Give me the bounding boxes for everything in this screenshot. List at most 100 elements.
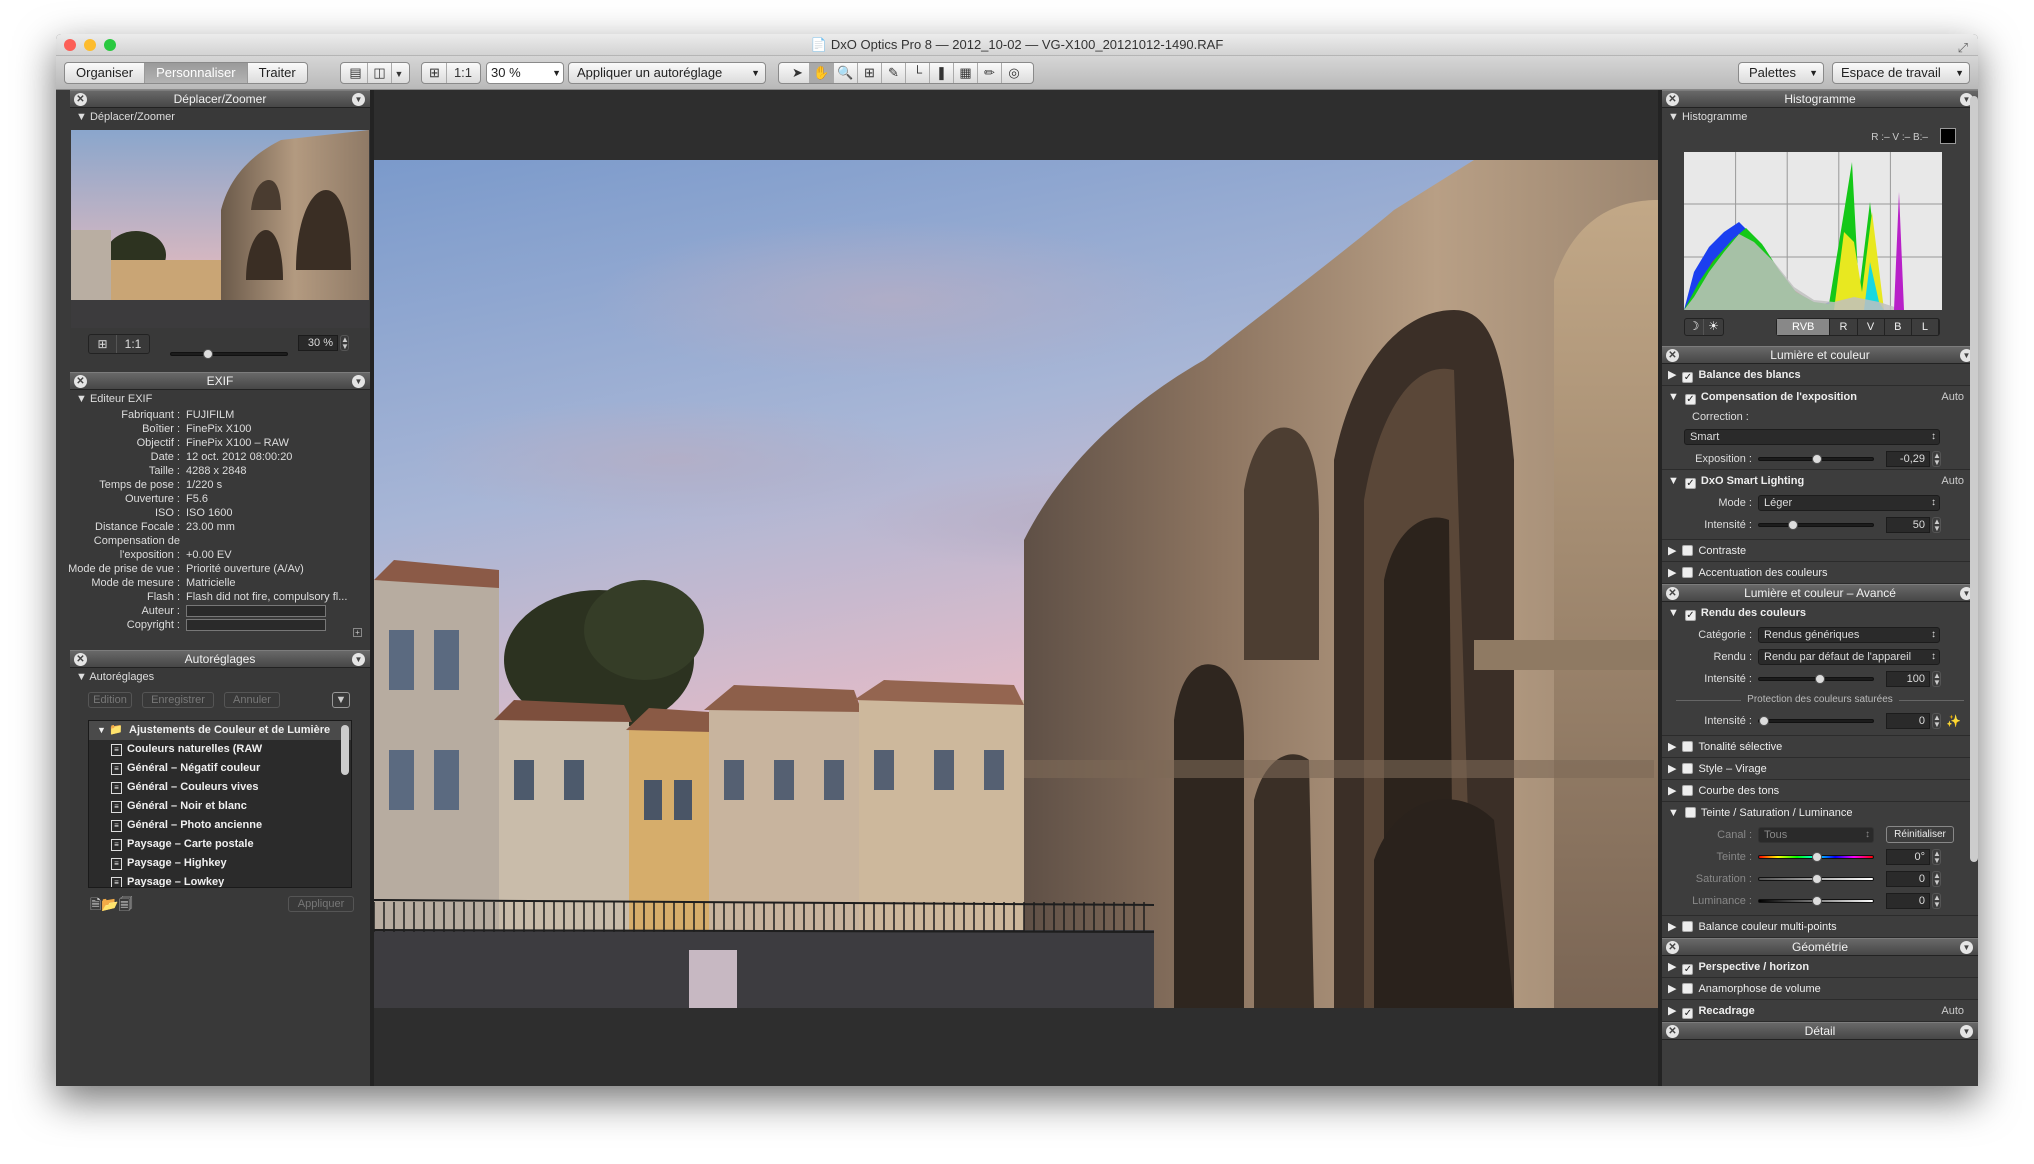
zoom-field[interactable]: 30 % ▼ — [486, 62, 564, 84]
slider-knob[interactable] — [1815, 674, 1825, 684]
palettes-dropdown[interactable]: Palettes ▼ — [1738, 62, 1824, 84]
workspace-dropdown[interactable]: Espace de travail ▼ — [1832, 62, 1970, 84]
zoom-tool-icon[interactable]: 🔍 — [834, 63, 858, 83]
hue-slider[interactable] — [1758, 852, 1874, 862]
slider-knob[interactable] — [203, 349, 214, 359]
checkbox[interactable] — [1682, 763, 1694, 774]
detail-header[interactable]: ✕ Détail ▼ — [1662, 1022, 1978, 1040]
slider-knob[interactable] — [1812, 454, 1822, 464]
crop-section[interactable]: ▶ ✓ Recadrage Auto — [1662, 1000, 1978, 1022]
scrollbar[interactable] — [341, 725, 349, 775]
saturation-slider[interactable] — [1758, 874, 1874, 884]
selective-tone-section[interactable]: ▶ Tonalité sélective — [1662, 736, 1978, 758]
duplicate-preset-icon[interactable]: 🗐 — [119, 896, 133, 912]
magic-wand-icon[interactable]: ✨ — [1946, 710, 1961, 732]
category-select[interactable]: Rendus génériques — [1758, 627, 1940, 643]
channel-v-button[interactable]: V — [1858, 319, 1885, 335]
close-icon[interactable]: ✕ — [1666, 587, 1679, 600]
checkbox[interactable]: ✓ — [1682, 964, 1694, 975]
hsl-section[interactable]: ▼ Teinte / Saturation / Luminance — [1662, 802, 1978, 824]
histogram-sub[interactable]: ▼ Histogramme — [1662, 108, 1978, 126]
luminance-field[interactable]: 0 — [1886, 893, 1930, 909]
horizon-tool-icon[interactable]: └ — [906, 63, 930, 83]
main-photo[interactable] — [374, 160, 1658, 1008]
right-scrollbar[interactable] — [1970, 96, 1978, 862]
checkbox[interactable] — [1682, 785, 1694, 796]
preset-item[interactable]: ≡ Général – Noir et blanc — [89, 797, 351, 816]
checkbox[interactable] — [1684, 807, 1696, 818]
protection-stepper[interactable]: ▲ ▼ — [1932, 713, 1941, 729]
anamorphosis-section[interactable]: ▶ Anamorphose de volume — [1662, 978, 1978, 1000]
intensity-field[interactable]: 50 — [1886, 517, 1930, 533]
chevron-down-icon[interactable]: ▼ — [392, 64, 406, 84]
chevron-down-icon[interactable]: ▼ — [352, 375, 365, 388]
slider-knob[interactable] — [1759, 716, 1769, 726]
presets-sub[interactable]: ▼ Autoréglages — [70, 668, 370, 686]
close-icon[interactable]: ✕ — [74, 93, 87, 106]
rendering-intensity-field[interactable]: 100 — [1886, 671, 1930, 687]
navigator-thumbnail[interactable] — [71, 130, 369, 328]
presets-header[interactable]: ✕ Autoréglages ▼ — [70, 650, 370, 668]
light-color-header[interactable]: ✕ Lumière et couleur ▼ — [1662, 346, 1978, 364]
exposure-stepper[interactable]: ▲ ▼ — [1932, 451, 1941, 467]
crop-tool-icon[interactable]: ⊞ — [858, 63, 882, 83]
preset-folder[interactable]: ▼ 📁 Ajustements de Couleur et de Lumière — [89, 721, 351, 740]
chevron-down-icon[interactable]: ▼ — [352, 93, 365, 106]
render-select[interactable]: Rendu par défaut de l'appareil — [1758, 649, 1940, 665]
intensity-stepper[interactable]: ▲ ▼ — [1932, 517, 1941, 533]
channel-b-button[interactable]: B — [1885, 319, 1912, 335]
chevron-down-icon[interactable]: ▼ — [552, 63, 561, 83]
apply-preset-button[interactable]: Appliquer — [288, 896, 354, 912]
preset-item[interactable]: ≡ Couleurs naturelles (RAW — [89, 740, 351, 759]
checkbox[interactable] — [1682, 567, 1694, 578]
exif-value[interactable] — [186, 619, 326, 631]
intensity-slider[interactable] — [1758, 520, 1874, 530]
edit-preset-button[interactable]: Edition — [88, 692, 132, 708]
tab-organiser[interactable]: Organiser — [65, 63, 146, 83]
smart-lighting-section[interactable]: ▼ ✓ DxO Smart Lighting Auto — [1662, 470, 1978, 492]
perspective-tool-icon[interactable]: ❚ — [930, 63, 954, 83]
preset-item[interactable]: ≡ Général – Photo ancienne — [89, 816, 351, 835]
luminance-stepper[interactable]: ▲ ▼ — [1932, 893, 1941, 909]
contrast-section[interactable]: ▶ Contraste — [1662, 540, 1978, 562]
exposure-field[interactable]: -0,29 — [1886, 451, 1930, 467]
nav-zoom-field[interactable]: 30 % — [298, 335, 338, 351]
checkbox[interactable] — [1682, 741, 1694, 752]
close-icon[interactable]: ✕ — [74, 375, 87, 388]
perspective-section[interactable]: ▶ ✓ Perspective / horizon — [1662, 956, 1978, 978]
channel-l-button[interactable]: L — [1912, 319, 1940, 335]
checkbox[interactable] — [1682, 921, 1694, 932]
move-zoom-header[interactable]: ✕ Déplacer/Zoomer ▼ — [70, 90, 370, 108]
white-balance-section[interactable]: ▶ ✓ Balance des blancs — [1662, 364, 1978, 386]
close-icon[interactable]: ✕ — [1666, 349, 1679, 362]
chevron-down-icon[interactable]: ▼ — [352, 653, 365, 666]
nav-zoom-stepper[interactable]: ▲ ▼ — [340, 335, 349, 351]
move-zoom-sub[interactable]: ▼ Déplacer/Zoomer — [70, 108, 370, 126]
zoom-window-button[interactable] — [104, 39, 116, 51]
brush-tool-icon[interactable]: ✏ — [978, 63, 1002, 83]
tab-personnaliser[interactable]: Personnaliser — [145, 63, 248, 83]
preset-item[interactable]: ≡ Général – Négatif couleur — [89, 759, 351, 778]
channel-rvb-button[interactable]: RVB — [1777, 319, 1831, 335]
vibrancy-section[interactable]: ▶ Accentuation des couleurs — [1662, 562, 1978, 584]
single-view-icon[interactable]: ▤ — [344, 63, 368, 83]
preset-item[interactable]: ≡ Paysage – Carte postale — [89, 835, 351, 854]
preset-item[interactable]: ≡ Paysage – Highkey — [89, 854, 351, 873]
plus-icon[interactable]: + — [353, 628, 362, 637]
slider-knob[interactable] — [1788, 520, 1798, 530]
reset-button[interactable]: Réinitialiser — [1886, 826, 1954, 843]
mode-select[interactable]: Léger — [1758, 495, 1940, 511]
moon-icon[interactable]: ☽ — [1685, 319, 1705, 335]
fit-screen-icon[interactable]: ⊞ — [89, 335, 117, 353]
checkbox[interactable]: ✓ — [1684, 478, 1696, 489]
nav-zoom-slider[interactable] — [170, 349, 288, 359]
chevron-down-icon[interactable]: ▼ — [97, 721, 106, 740]
chevron-down-icon[interactable]: ▼ — [1960, 941, 1973, 954]
eyedropper-icon[interactable]: ✎ — [882, 63, 906, 83]
cancel-preset-button[interactable]: Annuler — [224, 692, 280, 708]
saturation-field[interactable]: 0 — [1886, 871, 1930, 887]
rendering-stepper[interactable]: ▲ ▼ — [1932, 671, 1941, 687]
grid-tool-icon[interactable]: ▦ — [954, 63, 978, 83]
close-icon[interactable]: ✕ — [1666, 1025, 1679, 1038]
correction-select[interactable]: Smart — [1684, 429, 1940, 445]
